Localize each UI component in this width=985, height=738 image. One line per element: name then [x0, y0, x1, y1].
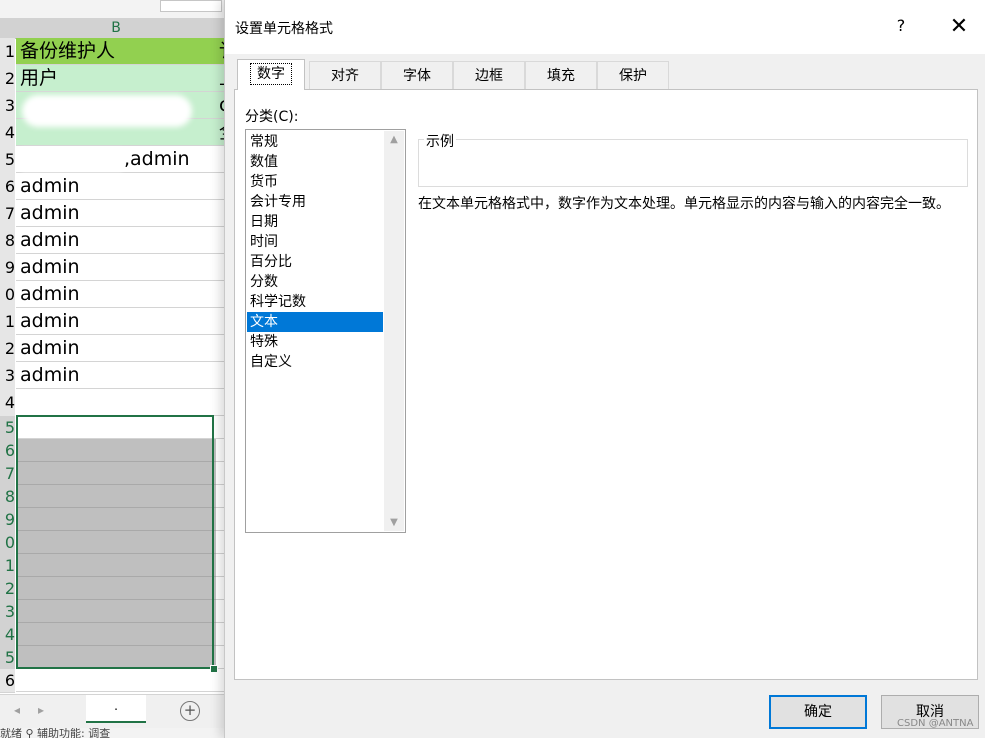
- category-list[interactable]: 常规 数值 货币 会计专用 日期 时间 百分比 分数 科学记数 文本 特殊 自定义 ▲ ▼: [245, 129, 406, 533]
- row-header[interactable]: 5: [0, 416, 15, 440]
- help-button[interactable]: ?: [891, 16, 911, 38]
- scroll-up-icon[interactable]: ▲: [384, 131, 404, 148]
- cell-b[interactable]: admin: [16, 308, 216, 335]
- redacted-blur: [22, 149, 122, 171]
- row-header[interactable]: 0: [0, 281, 15, 309]
- add-sheet-button[interactable]: +: [180, 701, 200, 721]
- dialog-titlebar: 设置单元格格式 ? ✕: [225, 0, 985, 54]
- row-header[interactable]: 9: [0, 508, 15, 532]
- column-header-row: B: [0, 18, 230, 39]
- cell-b[interactable]: [16, 646, 216, 669]
- excel-sheet: B 1备份维护人讠2用户上3c4全5,admin6admin7admin8adm…: [0, 0, 230, 738]
- cell-b[interactable]: [16, 577, 216, 600]
- row-header[interactable]: 1: [0, 308, 15, 336]
- tab-2[interactable]: 字体: [381, 61, 453, 89]
- row-header[interactable]: 2: [0, 65, 15, 93]
- dialog-tabs: 数字 对齐 字体 边框 填充 保护: [235, 59, 975, 90]
- cell-b[interactable]: admin: [16, 335, 216, 362]
- cell-b[interactable]: 备份维护人: [16, 38, 216, 65]
- row-header[interactable]: 3: [0, 362, 15, 390]
- row-header[interactable]: 8: [0, 485, 15, 509]
- redacted-blur: [22, 95, 192, 127]
- cell-b[interactable]: [16, 508, 216, 531]
- formula-strip: [0, 0, 230, 18]
- category-item[interactable]: 会计专用: [247, 192, 383, 212]
- cell-b[interactable]: 用户: [16, 65, 216, 92]
- category-item[interactable]: 文本: [247, 312, 383, 332]
- row-header[interactable]: 1: [0, 38, 15, 66]
- column-header-b[interactable]: B: [16, 18, 216, 38]
- tab-0[interactable]: 数字: [237, 59, 305, 90]
- category-item[interactable]: 百分比: [247, 252, 383, 272]
- cell-b[interactable]: [16, 531, 216, 554]
- row-header[interactable]: 3: [0, 92, 15, 120]
- category-label: 分类(C):: [245, 109, 299, 125]
- cell-b[interactable]: [16, 416, 216, 439]
- watermark: CSDN @ANTNA: [897, 718, 974, 729]
- cell-b[interactable]: admin: [16, 254, 216, 281]
- sheet-tab[interactable]: .: [86, 695, 146, 723]
- cell-b[interactable]: admin: [16, 227, 216, 254]
- cell-b[interactable]: [16, 439, 216, 462]
- row-header[interactable]: 8: [0, 227, 15, 255]
- category-item[interactable]: 时间: [247, 232, 383, 252]
- row-header[interactable]: 7: [0, 200, 15, 228]
- category-item[interactable]: 数值: [247, 152, 383, 172]
- cell-b[interactable]: [16, 485, 216, 508]
- next-sheet-icon[interactable]: ▸: [38, 703, 44, 717]
- cell-b[interactable]: admin: [16, 362, 216, 389]
- ok-button[interactable]: 确定: [769, 695, 867, 729]
- scroll-down-icon[interactable]: ▼: [384, 514, 404, 531]
- format-cells-dialog: 设置单元格格式 ? ✕ 数字 对齐 字体 边框 填充 保护 分类(C): 常规 数值 货币 会计…: [224, 0, 985, 738]
- cell-b[interactable]: admin: [16, 281, 216, 308]
- cell-b[interactable]: [16, 554, 216, 577]
- prev-sheet-icon[interactable]: ◂: [14, 703, 20, 717]
- row-header[interactable]: 2: [0, 335, 15, 363]
- tab-5[interactable]: 保护: [597, 61, 669, 89]
- row-header[interactable]: 4: [0, 623, 15, 647]
- cell-b[interactable]: admin: [16, 200, 216, 227]
- row-header[interactable]: 0: [0, 531, 15, 555]
- category-description: 在文本单元格格式中，数字作为文本处理。单元格显示的内容与输入的内容完全一致。: [418, 196, 950, 212]
- category-item[interactable]: 日期: [247, 212, 383, 232]
- cell-b[interactable]: [16, 600, 216, 623]
- cell-b[interactable]: [16, 389, 216, 416]
- row-header[interactable]: 1: [0, 554, 15, 578]
- status-bar: 就绪 ⚲ 辅助功能: 调查: [0, 728, 230, 738]
- row-header[interactable]: 3: [0, 600, 15, 624]
- cell-b[interactable]: [16, 462, 216, 485]
- number-tab-panel: 分类(C): 常规 数值 货币 会计专用 日期 时间 百分比 分数 科学记数 文本 特殊 自定义 ▲ …: [234, 89, 978, 680]
- cell-b[interactable]: [16, 669, 216, 692]
- row-header[interactable]: 6: [0, 439, 15, 463]
- category-item[interactable]: 科学记数: [247, 292, 383, 312]
- row-header[interactable]: 2: [0, 577, 15, 601]
- row-header[interactable]: 5: [0, 646, 15, 670]
- category-item[interactable]: 自定义: [247, 352, 383, 372]
- row-header[interactable]: 6: [0, 669, 15, 693]
- cell-b[interactable]: [16, 623, 216, 646]
- sample-box: [418, 139, 968, 187]
- sheet-tab-bar: ◂ ▸ . +: [0, 694, 230, 729]
- row-header[interactable]: 4: [0, 389, 15, 417]
- category-item[interactable]: 分数: [247, 272, 383, 292]
- row-header[interactable]: 5: [0, 146, 15, 174]
- close-icon[interactable]: ✕: [947, 14, 971, 40]
- row-header[interactable]: 7: [0, 462, 15, 486]
- category-item[interactable]: 常规: [247, 132, 383, 152]
- dialog-title: 设置单元格格式: [235, 21, 333, 37]
- tab-3[interactable]: 边框: [453, 61, 525, 89]
- row-header[interactable]: 9: [0, 254, 15, 282]
- fill-handle[interactable]: [210, 665, 218, 673]
- row-header[interactable]: 4: [0, 119, 15, 147]
- tab-label: 数字: [250, 63, 292, 85]
- sample-label: 示例: [424, 131, 456, 151]
- category-scrollbar[interactable]: ▲ ▼: [384, 131, 404, 531]
- tab-4[interactable]: 填充: [525, 61, 597, 89]
- cell-b[interactable]: admin: [16, 173, 216, 200]
- tab-1[interactable]: 对齐: [309, 61, 381, 89]
- category-item[interactable]: 特殊: [247, 332, 383, 352]
- name-box[interactable]: [160, 0, 222, 12]
- category-item[interactable]: 货币: [247, 172, 383, 192]
- row-header[interactable]: 6: [0, 173, 15, 201]
